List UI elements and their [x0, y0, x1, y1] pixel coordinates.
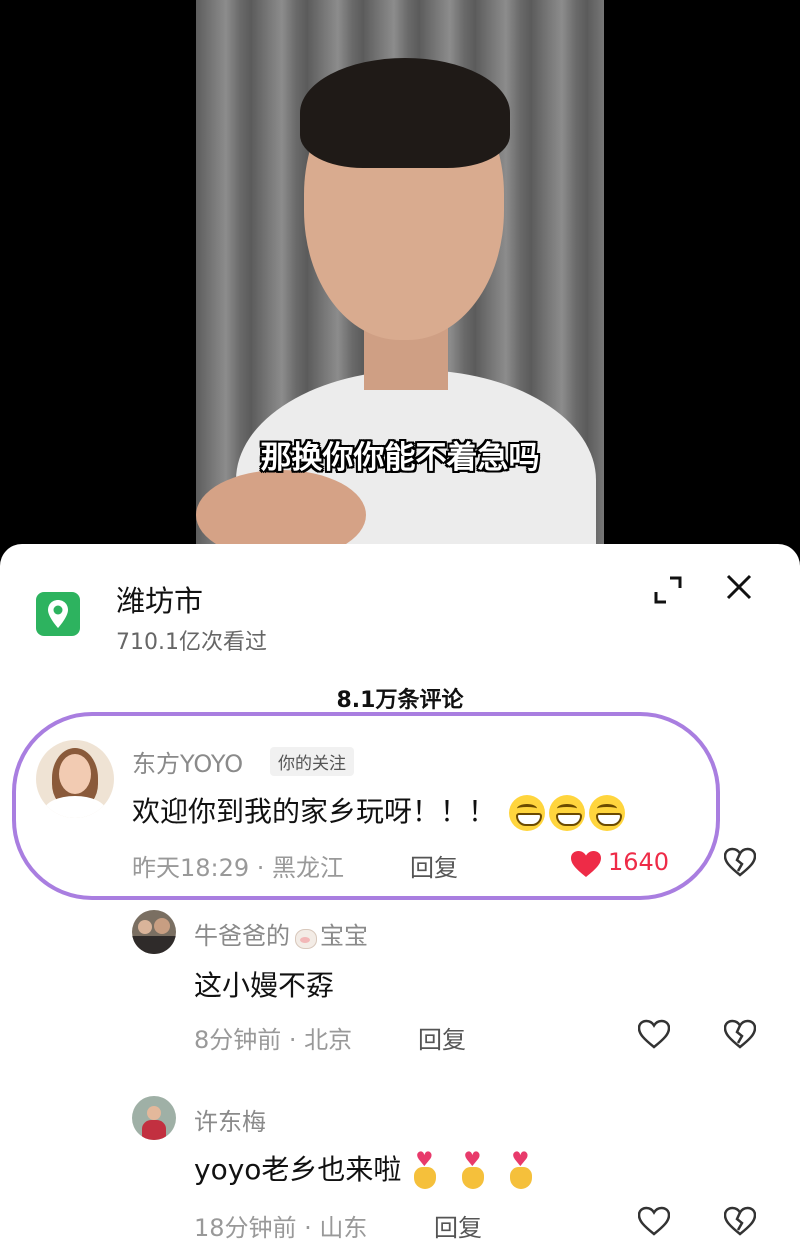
reply-button[interactable]: 回复	[410, 848, 458, 883]
comment-text: yoyo老乡也来啦	[194, 1147, 545, 1191]
dislike-icon[interactable]	[724, 1206, 756, 1236]
video-subtitle: 那换你你能不着急吗	[260, 440, 540, 476]
video-player[interactable]: 那换你你能不着急吗	[0, 0, 800, 560]
like-count: 1640	[608, 848, 670, 876]
comment-meta: 8分钟前 · 北京	[194, 1026, 353, 1054]
cow-icon	[292, 925, 318, 949]
dislike-icon[interactable]	[724, 847, 756, 877]
comment-count: 8.1万条评论	[336, 688, 464, 713]
reply-button[interactable]: 回复	[434, 1208, 482, 1243]
avatar[interactable]	[132, 910, 176, 954]
location-views: 710.1亿次看过	[116, 630, 267, 655]
dislike-icon[interactable]	[724, 1019, 756, 1049]
location-title[interactable]: 潍坊市	[116, 578, 203, 620]
person-hair	[300, 58, 510, 168]
comments-sheet: 潍坊市 710.1亿次看过 8.1万条评论 东方YOYO 你的关注 欢迎你到我的…	[0, 544, 800, 1258]
comment-text: 欢迎你到我的家乡玩呀！！！	[132, 790, 625, 831]
comment-username[interactable]: 牛爸爸的 宝宝	[194, 916, 368, 951]
following-badge: 你的关注	[270, 747, 354, 776]
heart-outline-icon[interactable]	[638, 1019, 670, 1049]
expand-icon[interactable]	[652, 574, 684, 606]
finger-heart-icon	[455, 1147, 491, 1191]
grinning-face-icon	[508, 795, 545, 831]
comment-text: 这小嫚不孬	[194, 969, 335, 1002]
comment-username[interactable]: 许东梅	[194, 1102, 266, 1137]
finger-heart-icon	[503, 1147, 539, 1191]
grinning-face-icon	[548, 795, 585, 831]
comment-username[interactable]: 东方YOYO	[132, 744, 243, 779]
avatar[interactable]	[132, 1096, 176, 1140]
grinning-face-icon	[588, 795, 625, 831]
close-icon[interactable]	[724, 572, 754, 602]
finger-heart-icon	[407, 1147, 443, 1191]
video-frame[interactable]: 那换你你能不着急吗	[196, 0, 604, 560]
comment-meta: 18分钟前 · 山东	[194, 1214, 368, 1242]
heart-outline-icon[interactable]	[638, 1206, 670, 1236]
heart-filled-icon[interactable]	[570, 850, 602, 878]
comment-meta: 昨天18:29 · 黑龙江	[132, 854, 345, 882]
reply-button[interactable]: 回复	[418, 1020, 466, 1055]
avatar[interactable]	[36, 740, 114, 818]
location-pin-icon[interactable]	[36, 592, 80, 636]
